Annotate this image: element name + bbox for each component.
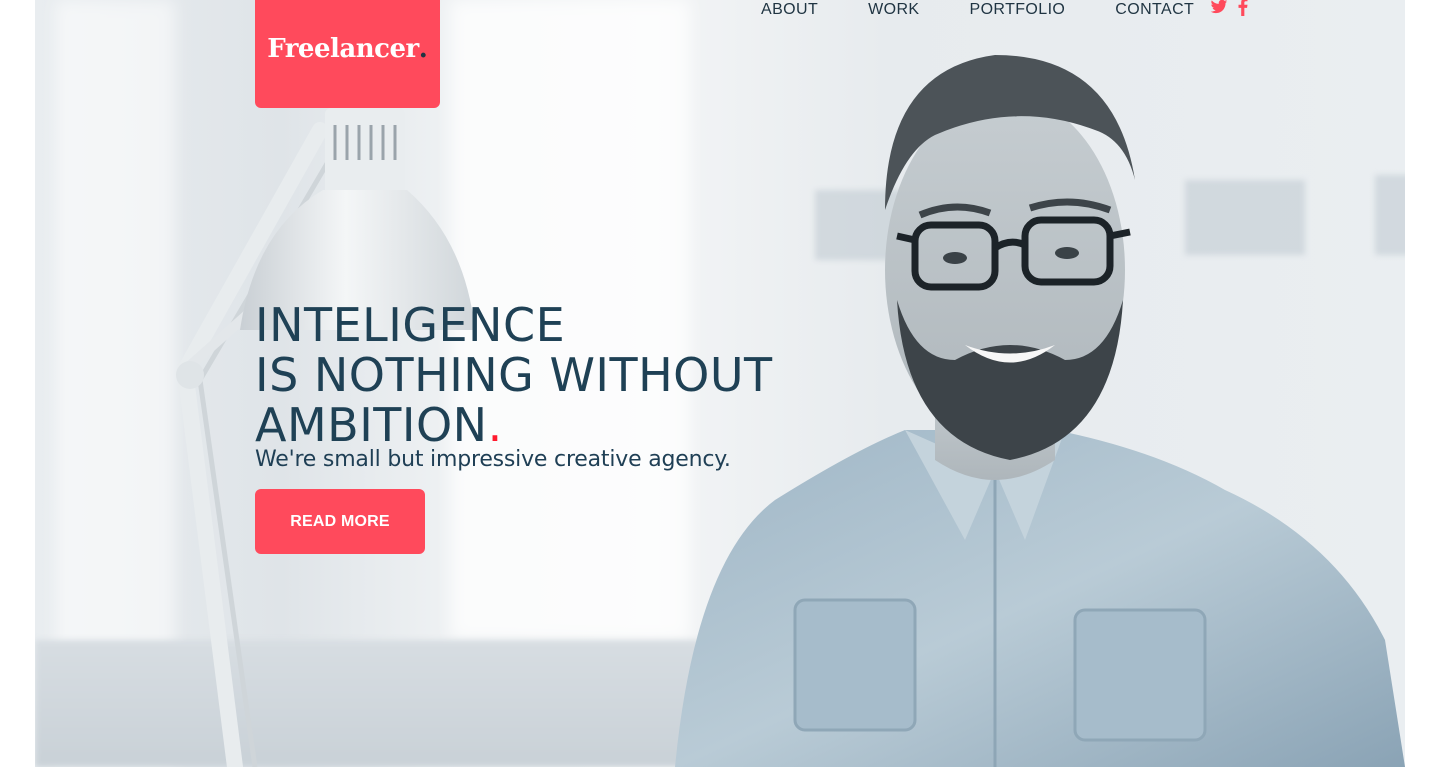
logo[interactable]: Freelancer. — [255, 0, 440, 108]
nav-item-portfolio[interactable]: PORTFOLIO — [970, 1, 1066, 19]
title-accent-dot: . — [487, 398, 503, 452]
logo-dot: . — [418, 34, 428, 64]
main-nav: ABOUT WORK PORTFOLIO CONTACT — [761, 0, 1248, 20]
nav-item-about[interactable]: ABOUT — [761, 1, 818, 19]
read-more-button[interactable]: READ MORE — [255, 489, 425, 554]
hero-title-word: AMBITION — [255, 398, 488, 452]
hero-section: Freelancer. ABOUT WORK PORTFOLIO CONTACT… — [35, 0, 1405, 767]
hero-title-line: INTELIGENCE — [255, 298, 566, 352]
hero-title-line-last: AMBITION. — [255, 400, 773, 450]
logo-text: Freelancer — [267, 34, 419, 64]
nav-item-work[interactable]: WORK — [868, 1, 919, 19]
hero-subtitle: We're small but impressive creative agen… — [255, 447, 731, 472]
twitter-icon[interactable] — [1210, 0, 1228, 15]
hero-title-line: IS NOTHING WITHOUT — [255, 348, 773, 402]
nav-item-contact[interactable]: CONTACT — [1115, 1, 1194, 19]
hero-title: INTELIGENCE IS NOTHING WITHOUT AMBITION. — [255, 300, 773, 450]
social-links — [1210, 0, 1248, 16]
facebook-icon[interactable] — [1238, 0, 1248, 16]
